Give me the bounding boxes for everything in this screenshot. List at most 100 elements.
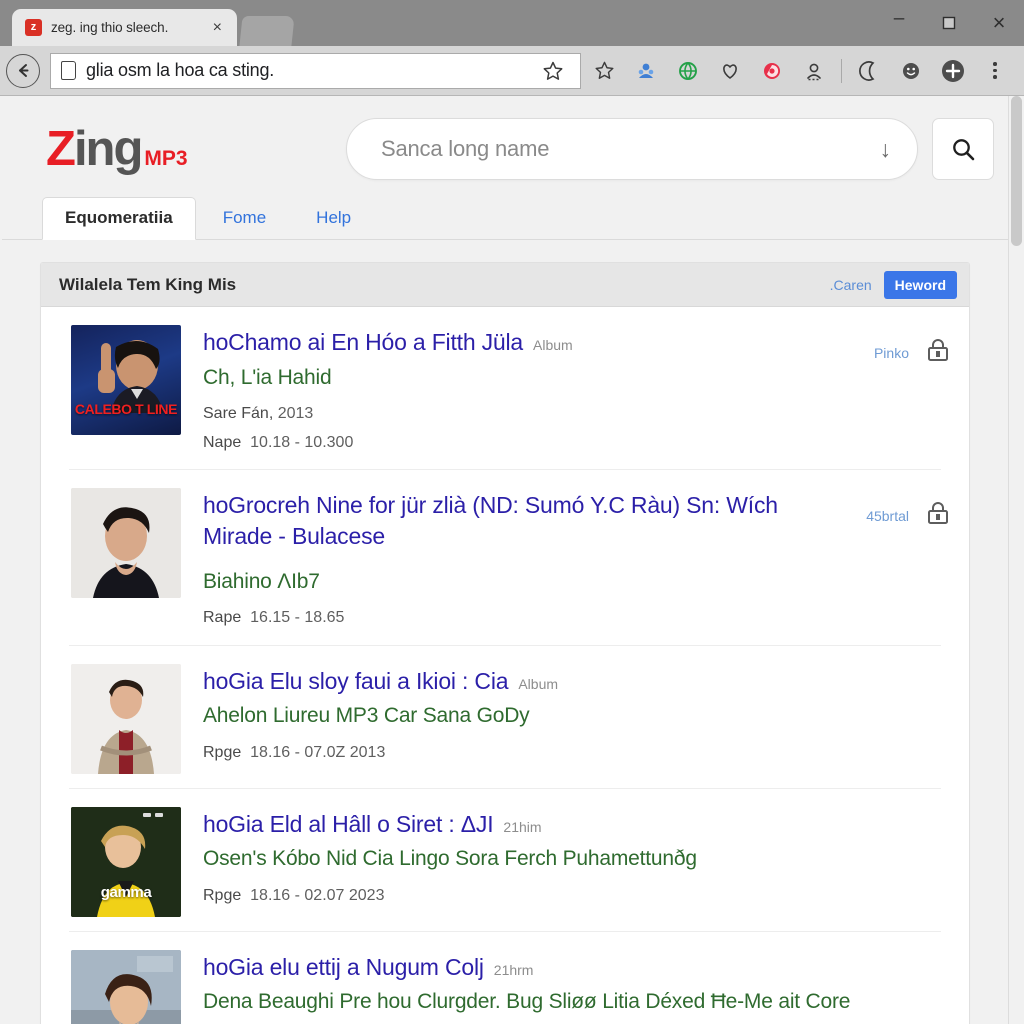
page-info-icon[interactable] <box>61 61 76 80</box>
results-title: Wilalela Tem King Mis <box>59 274 237 294</box>
results-panel: Wilalela Tem King Mis .Caren Heword CALE… <box>40 262 970 1024</box>
result-meta-value-1: 18.16 - 02.07 2023 <box>250 886 385 904</box>
heword-button[interactable]: Heword <box>883 270 957 299</box>
new-tab-button[interactable] <box>239 16 295 46</box>
web-page: Zing MP3 Sanca long name ↓ Equomeratiia F… <box>0 96 1008 1024</box>
portrait-thumbnail[interactable] <box>71 488 181 599</box>
download-arrow-icon[interactable]: ↓ <box>880 136 892 163</box>
result-source-link[interactable]: Pinko <box>874 345 909 361</box>
extension-blue-icon[interactable] <box>627 51 665 91</box>
result-actions <box>951 807 955 819</box>
result-meta-line-1: Rpge 18.16 - 02.07 2023 <box>203 884 929 909</box>
video-thumbnail[interactable]: gamma <box>71 806 181 917</box>
result-row[interactable]: hoGia Elu sloy faui a Ikioi : Cia Album … <box>41 646 969 788</box>
close-window-button[interactable]: × <box>974 0 1024 46</box>
address-bar-text: glia osm la hoa ca sting. <box>86 60 275 80</box>
lock-icon[interactable] <box>925 337 951 368</box>
result-badge: Album <box>533 337 573 353</box>
bookmark-star-icon[interactable] <box>585 51 623 91</box>
result-content: hoGrocreh Nine for jür zlià (ND: Sumó Y.… <box>203 488 844 630</box>
thumbnail-caption: CALEBO T LINE <box>74 401 178 418</box>
heart-icon[interactable] <box>711 51 749 91</box>
result-meta-label-1: Sare Fán, <box>203 404 274 422</box>
caren-link[interactable]: .Caren <box>830 277 872 293</box>
tab-equomeratiia[interactable]: Equomeratiia <box>42 196 196 240</box>
result-title-link[interactable]: hoGia Elu sloy faui a Ikioi : Cia <box>203 666 509 697</box>
browser-tab-title: zeg. ing thio sleech. <box>51 20 169 35</box>
back-button[interactable] <box>6 53 40 88</box>
result-actions <box>951 950 955 962</box>
extension-green-globe-icon[interactable] <box>669 51 707 91</box>
result-title-link[interactable]: hoGrocreh Nine for jür zlià (ND: Sumó Y.… <box>203 490 844 551</box>
browser-window: z zeg. ing thio sleech. × – × glia osm l… <box>0 0 1024 1024</box>
result-badge: Album <box>518 675 559 692</box>
result-badge: 21hrm <box>493 961 534 978</box>
browser-tab[interactable]: z zeg. ing thio sleech. × <box>12 9 237 46</box>
result-actions <box>951 664 955 676</box>
result-row[interactable]: hoGrocreh Nine for jür zlià (ND: Sumó Y.… <box>41 470 969 644</box>
result-row[interactable]: gamma hoGia Eld al Hâll o Siret : ΔJI 21… <box>41 789 969 931</box>
result-badge: 21him <box>503 818 542 835</box>
result-subtitle: Ch, L'ia Hahid <box>203 365 332 389</box>
extension-red-icon[interactable] <box>753 51 791 91</box>
tab-help[interactable]: Help <box>293 197 374 240</box>
result-actions: Pinko <box>874 325 955 368</box>
result-content: hoGia Elu sloy faui a Ikioi : Cia Album … <box>203 664 929 766</box>
result-meta-value-1: 2013 <box>277 404 314 422</box>
browser-menu-button[interactable] <box>976 51 1014 91</box>
result-meta-line-2: Nape 10.18 - 10.300 <box>203 431 852 456</box>
results-panel-header: Wilalela Tem King Mis .Caren Heword <box>41 263 969 307</box>
result-actions: 45brtal <box>866 488 955 531</box>
add-plus-icon[interactable] <box>934 51 972 91</box>
result-meta-value-1: 16.15 - 18.65 <box>250 608 345 626</box>
zing-favicon: z <box>25 19 42 36</box>
result-title-link[interactable]: hoChamo ai En Hóo a Fitth Jüla <box>203 327 523 358</box>
logo-z: Z <box>46 121 76 176</box>
window-controls: – × <box>874 0 1024 46</box>
address-bar[interactable]: glia osm la hoa ca sting. <box>50 51 581 91</box>
close-tab-icon[interactable]: × <box>210 18 225 38</box>
result-subtitle: Dena Beaughi Pre hou Clurgder. Bug Sliøø… <box>203 990 851 1014</box>
result-row[interactable]: hoGia elu ettij a Nugum Colj 21hrm Dena … <box>41 932 969 1024</box>
result-subtitle: Biahino ΛIb7 <box>203 569 320 593</box>
result-meta-line-1: Rpge 18.16 - 07.0Z 2013 <box>203 741 929 766</box>
video-thumbnail[interactable] <box>71 949 181 1024</box>
album-cover-thumbnail[interactable]: CALEBO T LINE <box>71 325 181 435</box>
site-nav-tabs: Equomeratiia Fome Help <box>2 196 1008 240</box>
result-subtitle: Ahelon Liureu MP3 Car Sana GoDy <box>203 704 530 728</box>
profile-icon[interactable] <box>795 51 833 91</box>
search-area: Sanca long name ↓ <box>346 118 994 180</box>
toolbar-divider <box>841 58 842 83</box>
result-meta-value-2: 10.18 - 10.300 <box>250 433 354 451</box>
tab-fome[interactable]: Fome <box>200 197 289 240</box>
smiley-icon[interactable] <box>892 51 930 91</box>
result-source-link[interactable]: 45brtal <box>866 508 909 524</box>
page-scrollbar[interactable] <box>1008 96 1024 1024</box>
bookmark-star-outline-icon[interactable] <box>534 51 572 91</box>
result-meta-value-1: 18.16 - 07.0Z 2013 <box>250 743 386 761</box>
logo-mp3: MP3 <box>144 146 188 170</box>
result-meta-label-2: Nape <box>203 433 242 451</box>
portrait-thumbnail[interactable] <box>71 663 181 774</box>
result-meta-label-1: Rpge <box>203 886 242 904</box>
result-row[interactable]: CALEBO T LINE hoChamo ai En Hóo a Fitth … <box>41 307 969 469</box>
logo-ing: ing <box>73 121 143 176</box>
search-placeholder-text: Sanca long name <box>381 136 550 161</box>
zing-mp3-logo[interactable]: Zing MP3 <box>46 121 346 176</box>
result-meta-line-1: Rape 16.15 - 18.65 <box>203 606 844 631</box>
result-content: hoGia elu ettij a Nugum Colj 21hrm Dena … <box>203 950 929 1016</box>
lock-icon[interactable] <box>925 500 951 531</box>
search-input[interactable]: Sanca long name ↓ <box>346 118 918 180</box>
result-meta-label-1: Rape <box>203 608 242 626</box>
browser-toolbar: glia osm la hoa ca sting. <box>0 46 1024 95</box>
scrollbar-thumb[interactable] <box>1011 96 1022 246</box>
thumbnail-caption: gamma <box>100 884 152 902</box>
search-button[interactable] <box>932 118 994 180</box>
minimize-window-button[interactable]: – <box>874 0 924 46</box>
site-header: Zing MP3 Sanca long name ↓ <box>2 96 1008 198</box>
moon-icon[interactable] <box>850 51 888 91</box>
result-title-link[interactable]: hoGia Eld al Hâll o Siret : ΔJI <box>203 809 494 840</box>
result-meta-line-1: Sare Fán, 2013 <box>203 402 852 427</box>
maximize-window-button[interactable] <box>924 0 974 46</box>
result-title-link[interactable]: hoGia elu ettij a Nugum Colj <box>203 952 484 983</box>
